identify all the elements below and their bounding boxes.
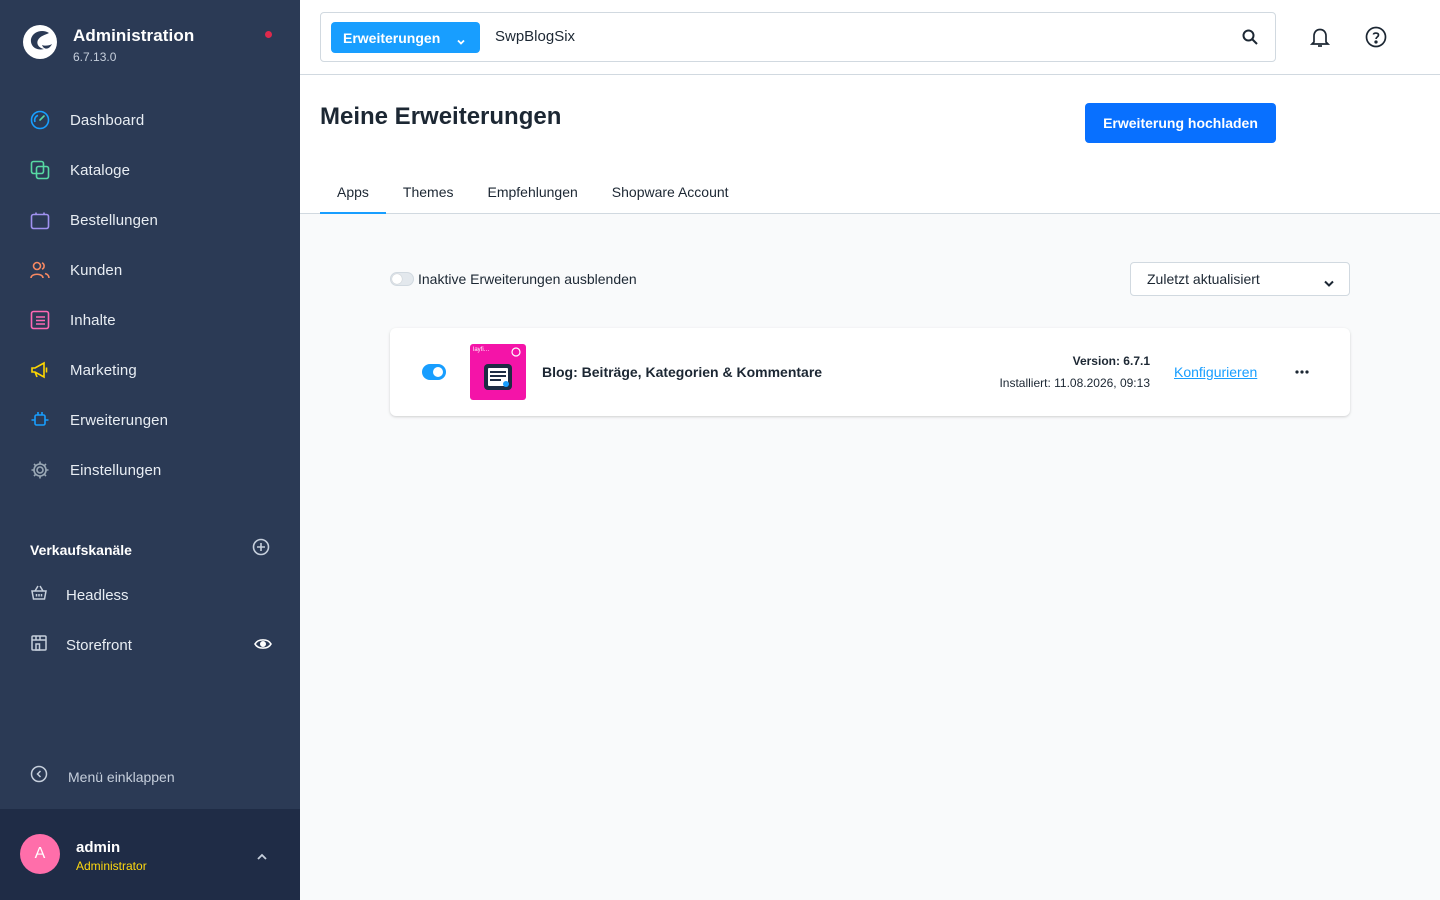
- brand: Administration 6.7.13.0: [22, 24, 194, 64]
- nav-item-kataloge[interactable]: Kataloge: [0, 145, 300, 195]
- nav-label-einstellungen: Einstellungen: [70, 461, 162, 479]
- settings-icon: [30, 460, 50, 480]
- chevron-up-icon[interactable]: [255, 849, 269, 867]
- nav-item-erweiterungen[interactable]: Erweiterungen: [0, 395, 300, 445]
- app-title: Administration: [73, 26, 195, 45]
- status-indicator-dot: [265, 31, 272, 38]
- sidebar: Administration 6.7.13.0 Dashboard Katalo…: [0, 0, 300, 900]
- chevron-left-circle-icon: [30, 765, 48, 788]
- avatar: A: [20, 834, 60, 874]
- sales-channel-headless[interactable]: Headless: [0, 570, 300, 620]
- sales-channels-title: Verkaufskanäle: [30, 541, 132, 558]
- sort-select[interactable]: Zuletzt aktualisiert: [1130, 262, 1350, 296]
- chevron-down-icon: [1323, 275, 1335, 291]
- tab-shopware-account[interactable]: Shopware Account: [595, 172, 746, 214]
- orders-icon: [30, 210, 50, 230]
- extension-installed-date: Installiert: 11.08.2026, 09:13: [999, 376, 1150, 390]
- user-role: Administrator: [76, 859, 147, 873]
- sales-channel-list: Headless Storefront: [0, 570, 300, 670]
- nav-label-dashboard: Dashboard: [70, 111, 145, 129]
- hide-inactive-toggle[interactable]: [390, 272, 414, 286]
- nav-item-kunden[interactable]: Kunden: [0, 245, 300, 295]
- extension-card: layfi… Blog: Beiträge, Kategorien & Komm…: [390, 328, 1350, 416]
- tab-themes[interactable]: Themes: [386, 172, 471, 214]
- tab-bar: Apps Themes Empfehlungen Shopware Accoun…: [320, 172, 746, 214]
- top-bar: Erweiterungen SwpBlogSix: [300, 0, 1440, 75]
- nav-label-inhalte: Inhalte: [70, 311, 116, 329]
- page-header: Meine Erweiterungen Erweiterung hochlade…: [300, 75, 1440, 214]
- page-title: Meine Erweiterungen: [320, 103, 562, 130]
- sales-channel-label-storefront: Storefront: [66, 636, 132, 654]
- content-icon: [30, 310, 50, 330]
- filter-row: Inaktive Erweiterungen ausblenden Zuletz…: [390, 262, 1350, 296]
- nav-item-inhalte[interactable]: Inhalte: [0, 295, 300, 345]
- nav-item-bestellungen[interactable]: Bestellungen: [0, 195, 300, 245]
- nav-label-bestellungen: Bestellungen: [70, 211, 158, 229]
- global-search[interactable]: Erweiterungen SwpBlogSix: [320, 12, 1276, 62]
- search-input[interactable]: SwpBlogSix: [495, 28, 575, 45]
- extension-logo: layfi…: [470, 344, 526, 400]
- search-type-dropdown[interactable]: Erweiterungen: [331, 22, 480, 53]
- nav-item-marketing[interactable]: Marketing: [0, 345, 300, 395]
- user-profile[interactable]: A admin Administrator: [0, 809, 300, 900]
- extension-active-toggle[interactable]: [422, 364, 446, 380]
- catalog-icon: [30, 160, 50, 180]
- nav-label-kataloge: Kataloge: [70, 161, 131, 179]
- app-version: 6.7.13.0: [73, 50, 117, 64]
- nav-item-einstellungen[interactable]: Einstellungen: [0, 445, 300, 495]
- storefront-icon: [30, 634, 48, 657]
- sales-channels-header: Verkaufskanäle: [30, 538, 270, 561]
- extension-name: Blog: Beiträge, Kategorien & Kommentare: [542, 364, 823, 380]
- customers-icon: [30, 260, 50, 280]
- configure-link[interactable]: Konfigurieren: [1174, 364, 1257, 380]
- nav-label-erweiterungen: Erweiterungen: [70, 411, 169, 429]
- notifications-bell-icon[interactable]: [1308, 25, 1332, 54]
- basket-icon: [30, 584, 48, 607]
- shopware-logo-icon: [23, 25, 57, 59]
- collapse-menu-label: Menü einklappen: [68, 768, 175, 785]
- more-options-icon[interactable]: [1294, 362, 1310, 387]
- dashboard-icon: [30, 110, 50, 130]
- hide-inactive-label: Inaktive Erweiterungen ausblenden: [418, 271, 637, 287]
- nav-item-dashboard[interactable]: Dashboard: [0, 95, 300, 145]
- main-navigation: Dashboard Kataloge Bestellungen Kunden I…: [0, 95, 300, 495]
- sort-select-value: Zuletzt aktualisiert: [1147, 271, 1260, 287]
- tab-apps[interactable]: Apps: [320, 172, 386, 214]
- eye-icon[interactable]: [254, 637, 272, 656]
- tab-empfehlungen[interactable]: Empfehlungen: [471, 172, 595, 214]
- chevron-down-icon: [456, 33, 466, 49]
- user-name: admin: [76, 839, 121, 856]
- upload-extension-button[interactable]: Erweiterung hochladen: [1085, 103, 1276, 143]
- collapse-menu-button[interactable]: Menü einklappen: [30, 765, 175, 788]
- sales-channel-storefront[interactable]: Storefront: [0, 620, 300, 670]
- extensions-icon: [30, 410, 50, 430]
- nav-label-marketing: Marketing: [70, 361, 137, 379]
- extension-version: Version: 6.7.1: [1072, 354, 1150, 368]
- sales-channel-label-headless: Headless: [66, 586, 129, 604]
- search-type-label: Erweiterungen: [343, 29, 441, 46]
- marketing-icon: [30, 360, 50, 380]
- search-icon[interactable]: [1241, 28, 1259, 51]
- add-sales-channel-icon[interactable]: [252, 538, 270, 561]
- nav-label-kunden: Kunden: [70, 261, 123, 279]
- help-icon[interactable]: [1364, 25, 1388, 54]
